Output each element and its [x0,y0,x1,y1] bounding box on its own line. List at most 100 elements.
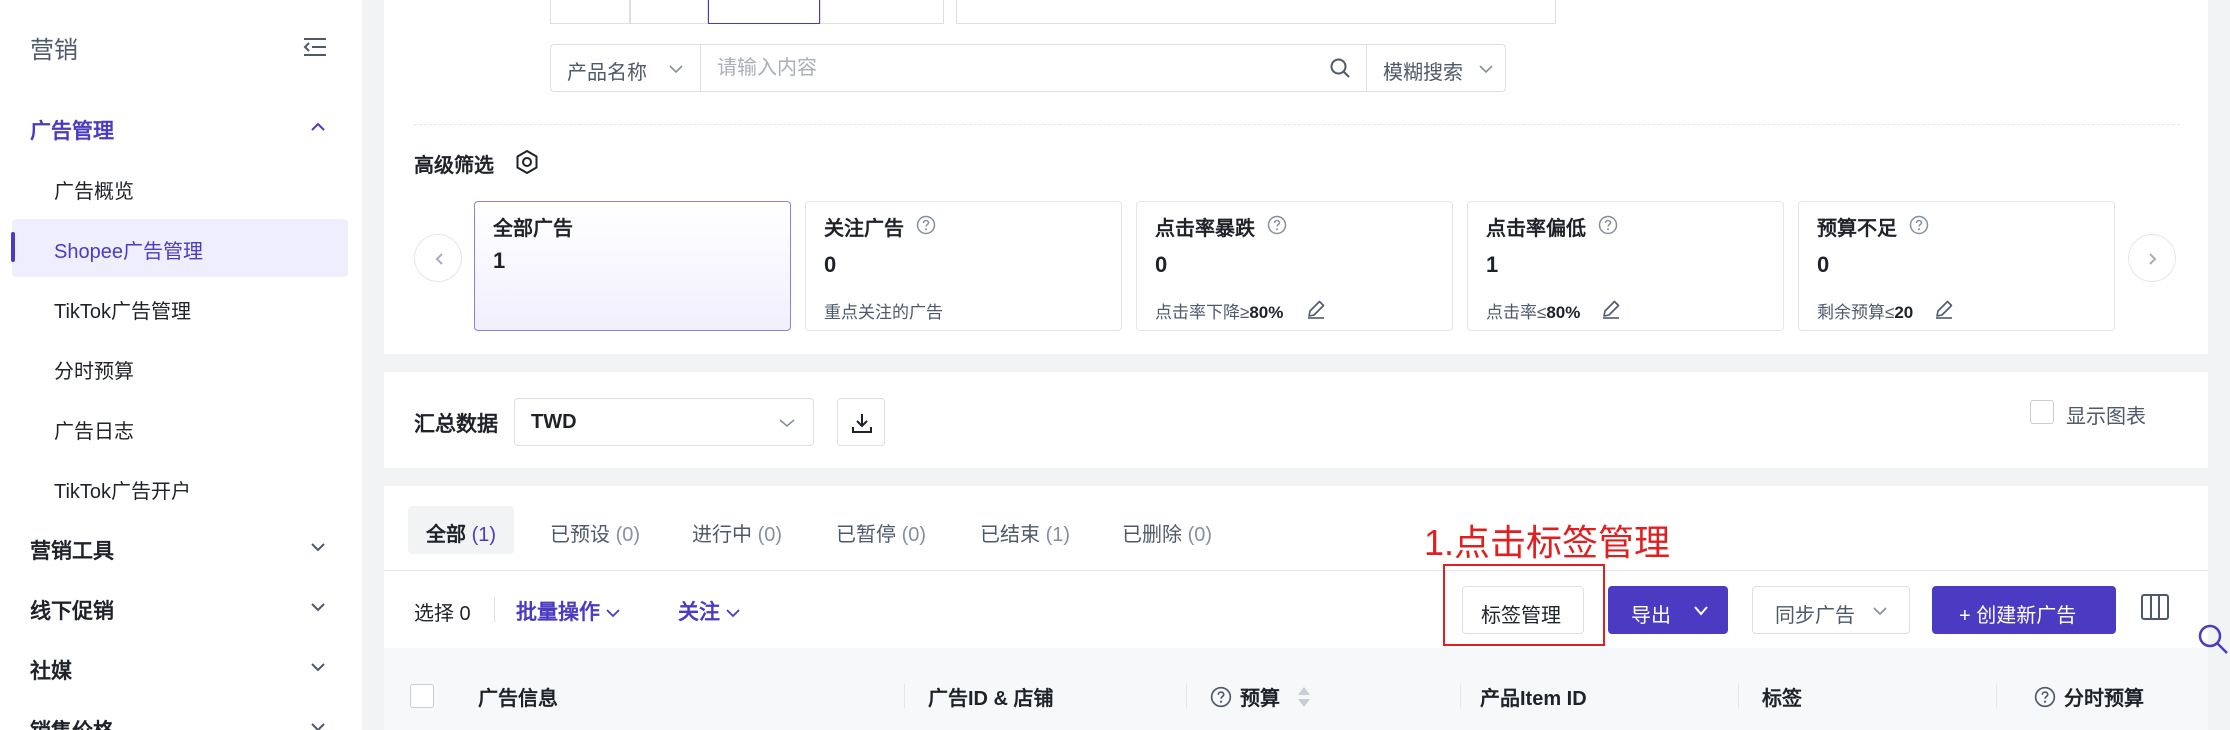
column-divider [904,684,905,708]
search-field-select[interactable]: 产品名称 [551,45,701,91]
search-input[interactable] [717,53,1357,83]
tab-running[interactable]: 进行中 (0) [674,506,800,554]
filter-card-title: 全部广告 [493,218,573,240]
download-button[interactable] [837,398,885,446]
edit-icon[interactable] [1600,298,1622,320]
chevron-down-icon [311,543,325,552]
filter-card-budget-low[interactable]: 预算不足 0 剩余预算≤20 [1798,201,2115,331]
currency-value: TWD [531,411,577,433]
batch-operations-dropdown[interactable]: 批量操作 [516,596,620,626]
show-chart-label: 显示图表 [2066,406,2146,428]
chevron-up-icon [311,122,325,131]
filter-card-count: 0 [1817,252,1830,277]
edit-icon[interactable] [1305,298,1327,320]
column-divider [1738,684,1739,708]
tab-all[interactable]: 全部 (1) [408,506,515,554]
sidebar-group-label: 线下促销 [30,600,114,623]
search-icon[interactable] [1329,57,1351,79]
partial-input[interactable] [956,0,1556,24]
chevron-down-icon [311,723,325,730]
summary-title: 汇总数据 [414,413,498,436]
filter-card-ctr-low[interactable]: 点击率偏低 1 点击率≤80% [1467,201,1784,331]
export-button[interactable]: 导出 [1608,586,1728,634]
search-mode-label: 模糊搜索 [1383,62,1463,84]
table-header-budget[interactable]: 预算 [1210,682,1312,711]
chevron-down-icon [1694,606,1708,616]
sync-ads-dropdown[interactable]: 同步广告 [1752,586,1910,634]
tab-preset[interactable]: 已预设 (0) [532,506,658,554]
filter-card-desc: 点击率下降≥80% [1155,303,1284,322]
sidebar-item-label: 分时预算 [54,361,134,383]
filter-card-title: 关注广告 [824,218,904,240]
sidebar-group-ad-management[interactable]: 广告管理 [0,103,362,153]
tab-paused[interactable]: 已暂停 (0) [818,506,944,554]
collapse-menu-icon[interactable] [302,36,328,58]
filter-card-title: 点击率偏低 [1486,218,1586,240]
partial-select[interactable] [630,0,708,24]
sidebar-group-marketing-tools[interactable]: 营销工具 [0,523,362,573]
create-ad-button[interactable]: + 创建新广告 [1932,586,2116,634]
chevron-down-icon [779,419,795,428]
sort-icon[interactable] [1296,685,1312,709]
chevron-down-icon [1873,607,1887,616]
carousel-prev-button[interactable] [414,234,462,282]
sidebar-item-shopee-ads[interactable]: Shopee广告管理 [11,219,348,277]
columns-icon[interactable] [2140,592,2170,622]
divider [494,598,495,622]
help-icon[interactable] [1267,215,1287,235]
column-divider [1996,684,1997,708]
tab-deleted[interactable]: 已删除 (0) [1104,506,1230,554]
filter-card-followed-ads[interactable]: 关注广告 0 重点关注的广告 [805,201,1122,331]
sidebar-group-label: 营销工具 [30,540,114,563]
table-header-ad-id-shop: 广告ID & 店铺 [928,688,1054,710]
sidebar-group-offline-promo[interactable]: 线下促销 [0,583,362,633]
carousel-next-button[interactable] [2128,234,2176,282]
table-header-tags: 标签 [1762,688,1802,710]
sidebar: 营销 广告管理 广告概览 Shopee广告管理 TikTok广告管理 分时预算 … [0,0,362,730]
partial-select[interactable] [820,0,944,24]
chevron-down-icon [311,603,325,612]
column-divider [1186,684,1187,708]
sidebar-item-label: 广告日志 [54,421,134,443]
select-all-checkbox[interactable] [410,684,434,708]
partial-select[interactable] [550,0,630,24]
sidebar-title: 营销 [30,37,78,64]
help-icon[interactable] [916,215,936,235]
chevron-down-icon [726,609,740,618]
column-divider [1460,684,1461,708]
help-icon[interactable] [1210,686,1232,708]
sidebar-item-ad-log[interactable]: 广告日志 [12,399,348,457]
divider [414,124,2180,125]
sidebar-item-tiktok-account-open[interactable]: TikTok广告开户 [12,459,348,517]
sidebar-group-label: 广告管理 [30,120,114,143]
sidebar-item-ad-overview[interactable]: 广告概览 [12,159,348,217]
follow-dropdown[interactable]: 关注 [678,596,740,626]
filter-card-desc: 剩余预算≤20 [1817,303,1914,322]
filter-card-count: 1 [1486,252,1499,277]
search-mode-select[interactable]: 模糊搜索 [1366,45,1506,91]
currency-select[interactable]: TWD [514,398,814,446]
tab-ended[interactable]: 已结束 (1) [962,506,1088,554]
sidebar-group-sale-price[interactable]: 销售价格 [0,703,362,730]
sidebar-item-tiktok-ads[interactable]: TikTok广告管理 [12,279,348,337]
chevron-down-icon [606,609,620,618]
table-header-row: 广告信息 广告ID & 店铺 预算 产品Item ID 标签 分时预算 [384,648,2208,730]
help-icon[interactable] [1598,215,1618,235]
annotation-text: 1.点击标签管理 [1424,522,1671,563]
sidebar-group-social-media[interactable]: 社媒 [0,643,362,693]
sidebar-item-dayparting-budget[interactable]: 分时预算 [12,339,348,397]
help-icon[interactable] [1909,215,1929,235]
filter-card-desc: 点击率≤80% [1486,303,1581,322]
filter-card-ctr-plunge[interactable]: 点击率暴跌 0 点击率下降≥80% [1136,201,1453,331]
settings-icon[interactable] [514,149,540,175]
edit-icon[interactable] [1933,298,1955,320]
filter-card-count: 0 [1155,252,1168,277]
table-header-ad-info: 广告信息 [478,688,558,710]
show-chart-checkbox[interactable] [2030,400,2054,424]
partial-select-active[interactable] [708,0,820,24]
selected-count: 选择 0 [414,603,471,625]
chevron-down-icon [1479,65,1493,74]
filter-card-all-ads[interactable]: 全部广告 1 [474,201,791,331]
search-icon[interactable] [2196,622,2230,656]
help-icon[interactable] [2034,686,2056,708]
